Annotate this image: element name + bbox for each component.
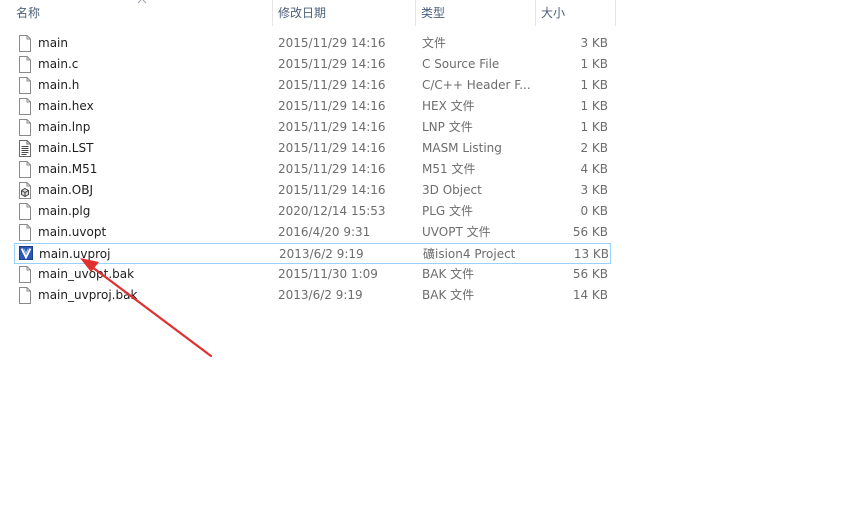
file-modified-date: 2015/11/29 14:16	[278, 99, 386, 113]
file-row[interactable]: main 2015/11/29 14:16 文件 3 KB	[14, 33, 611, 54]
file-type: UVOPT 文件	[422, 225, 491, 239]
file-type: C Source File	[422, 57, 500, 71]
column-header-bar: 名称 修改日期 类型 大小	[0, 0, 616, 26]
file-type: 3D Object	[422, 183, 482, 197]
file-row[interactable]: main.OBJ 2015/11/29 14:16 3D Object 3 KB	[14, 180, 611, 201]
file-row[interactable]: main.plg 2020/12/14 15:53 PLG 文件 0 KB	[14, 201, 611, 222]
blank-file-icon	[18, 98, 32, 115]
blank-file-icon	[18, 77, 32, 94]
file-modified-date: 2015/11/29 14:16	[278, 183, 386, 197]
file-type: 文件	[422, 36, 447, 50]
file-row[interactable]: main.uvproj 2013/6/2 9:19 礦ision4 Project 1…	[14, 243, 611, 264]
file-type: MASM Listing	[422, 141, 502, 155]
file-type: 礦ision4 Project	[423, 247, 516, 261]
file-type: PLG 文件	[422, 204, 474, 218]
file-modified-date: 2020/12/14 15:53	[278, 204, 386, 218]
file-size: 56 KB	[572, 225, 608, 239]
file-type: C/C++ Header F...	[422, 78, 531, 92]
column-header-size[interactable]: 大小	[535, 0, 615, 26]
file-modified-date: 2013/6/2 9:19	[279, 247, 364, 261]
file-name: main.lnp	[38, 120, 91, 134]
file-name: main.hex	[38, 99, 94, 113]
file-name: main.uvopt	[38, 225, 107, 239]
file-name: main.plg	[38, 204, 91, 218]
file-size: 3 KB	[580, 183, 608, 197]
file-modified-date: 2015/11/29 14:16	[278, 36, 386, 50]
file-row[interactable]: main.lnp 2015/11/29 14:16 LNP 文件 1 KB	[14, 117, 611, 138]
file-name: main	[38, 36, 68, 50]
blank-file-icon	[18, 266, 32, 283]
file-size: 1 KB	[580, 57, 608, 71]
text-file-icon	[18, 140, 32, 157]
file-size: 1 KB	[580, 120, 608, 134]
file-modified-date: 2016/4/20 9:31	[278, 225, 371, 239]
file-row[interactable]: main.LST 2015/11/29 14:16 MASM Listing 2 KB	[14, 138, 611, 159]
file-row[interactable]: main_uvproj.bak 2013/6/2 9:19 BAK 文件 14 KB	[14, 285, 611, 306]
file-row[interactable]: main.hex 2015/11/29 14:16 HEX 文件 1 KB	[14, 96, 611, 117]
file-size: 56 KB	[572, 267, 608, 281]
blank-file-icon	[18, 224, 32, 241]
file-type: BAK 文件	[422, 267, 475, 281]
file-row[interactable]: main_uvopt.bak 2015/11/30 1:09 BAK 文件 56 KB	[14, 264, 611, 285]
file-modified-date: 2015/11/29 14:16	[278, 57, 386, 71]
file-name: main_uvproj.bak	[38, 288, 138, 302]
sort-ascending-icon	[137, 0, 147, 4]
file-type: M51 文件	[422, 162, 476, 176]
blank-file-icon	[18, 35, 32, 52]
file-row[interactable]: main.M51 2015/11/29 14:16 M51 文件 4 KB	[14, 159, 611, 180]
file-size: 14 KB	[572, 288, 608, 302]
file-size: 13 KB	[573, 247, 609, 261]
blank-file-icon	[18, 203, 32, 220]
file-name: main_uvopt.bak	[38, 267, 135, 281]
file-type: BAK 文件	[422, 288, 475, 302]
column-header-type[interactable]: 类型	[415, 0, 535, 26]
file-row[interactable]: main.c 2015/11/29 14:16 C Source File 1 KB	[14, 54, 611, 75]
file-size: 4 KB	[580, 162, 608, 176]
file-name: main.uvproj	[39, 247, 111, 261]
file-modified-date: 2015/11/29 14:16	[278, 162, 386, 176]
file-name: main.OBJ	[38, 183, 94, 197]
file-name: main.c	[38, 57, 79, 71]
file-size: 1 KB	[580, 99, 608, 113]
keil-project-icon	[19, 246, 33, 263]
file-type: HEX 文件	[422, 99, 475, 113]
column-header-date[interactable]: 修改日期	[272, 0, 415, 26]
file-row[interactable]: main.uvopt 2016/4/20 9:31 UVOPT 文件 56 KB	[14, 222, 611, 243]
file-name: main.M51	[38, 162, 98, 176]
file-size: 3 KB	[580, 36, 608, 50]
file-modified-date: 2015/11/29 14:16	[278, 141, 386, 155]
file-name: main.LST	[38, 141, 94, 155]
file-size: 1 KB	[580, 78, 608, 92]
blank-file-icon	[18, 119, 32, 136]
file-modified-date: 2015/11/30 1:09	[278, 267, 378, 281]
file-row[interactable]: main.h 2015/11/29 14:16 C/C++ Header F... 1…	[14, 75, 611, 96]
file-modified-date: 2015/11/29 14:16	[278, 78, 386, 92]
file-size: 2 KB	[580, 141, 608, 155]
file-modified-date: 2015/11/29 14:16	[278, 120, 386, 134]
3d-object-file-icon	[18, 182, 32, 199]
blank-file-icon	[18, 287, 32, 304]
column-divider[interactable]	[615, 0, 616, 26]
file-type: LNP 文件	[422, 120, 473, 134]
blank-file-icon	[18, 56, 32, 73]
file-modified-date: 2013/6/2 9:19	[278, 288, 363, 302]
file-size: 0 KB	[580, 204, 608, 218]
file-name: main.h	[38, 78, 80, 92]
blank-file-icon	[18, 161, 32, 178]
